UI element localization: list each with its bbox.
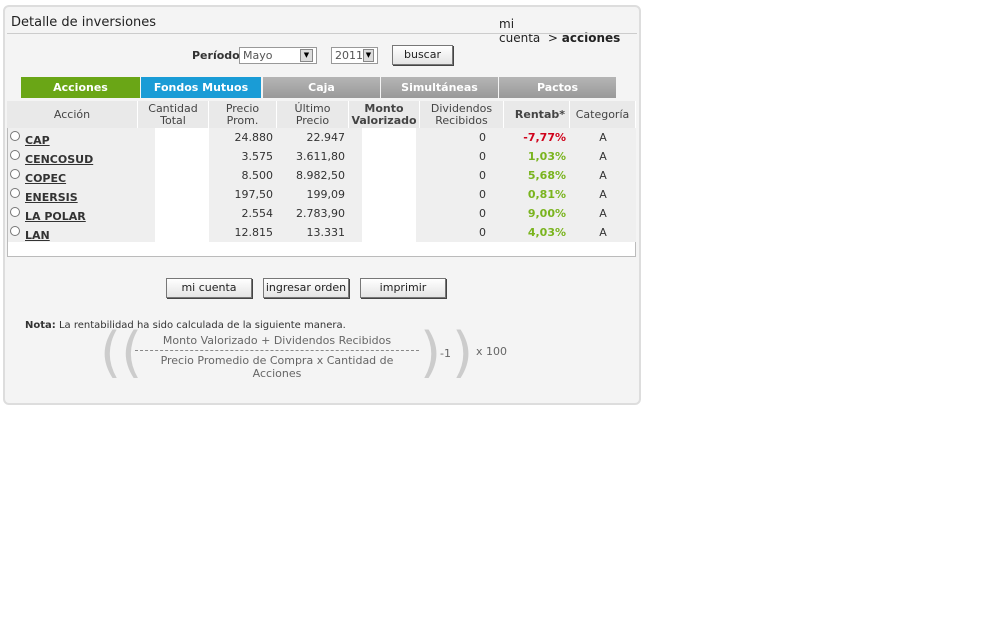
- ultimo-cell: 22.947: [277, 128, 349, 147]
- monto-cell: [362, 166, 416, 185]
- rentab-cell: -7,77%: [504, 128, 570, 147]
- cantidad-cell: [155, 166, 209, 185]
- monto-cell: [362, 204, 416, 223]
- monto-cell: [362, 185, 416, 204]
- column-header: Monto Valorizado: [349, 101, 420, 128]
- categoria-cell: A: [570, 128, 636, 147]
- row-radio[interactable]: [10, 150, 20, 160]
- year-select[interactable]: 2011 ▼: [331, 47, 378, 64]
- cantidad-cell: [155, 128, 209, 147]
- tab-caja[interactable]: Caja: [263, 77, 380, 98]
- note: Nota: La rentabilidad ha sido calculada …: [25, 320, 346, 331]
- chevron-down-icon: ▼: [363, 49, 374, 62]
- formula-paren-close: ): [420, 321, 442, 384]
- dividendos-cell: 0: [420, 166, 504, 185]
- table-row: COPEC 8.500 8.982,50 0 5,68% A: [8, 166, 636, 185]
- column-header: Precio Prom. Compra: [209, 101, 277, 139]
- year-value: 2011: [335, 49, 363, 62]
- formula-numerator: Monto Valorizado + Dividendos Recibidos: [162, 334, 392, 347]
- formula-denominator: Precio Promedio de Compra x Cantidad de …: [160, 354, 394, 380]
- table-row: CENCOSUD 3.575 3.611,80 0 1,03% A: [8, 147, 636, 166]
- column-header: Cantidad Total: [138, 101, 209, 128]
- cantidad-cell: [155, 204, 209, 223]
- table-row: CAP 24.880 22.947 0 -7,77% A: [8, 128, 636, 147]
- dividendos-cell: 0: [420, 185, 504, 204]
- cantidad-cell: [155, 147, 209, 166]
- monto-cell: [362, 223, 416, 242]
- header-divider: [7, 33, 637, 34]
- row-radio[interactable]: [10, 169, 20, 179]
- dividendos-cell: 0: [420, 204, 504, 223]
- month-select[interactable]: Mayo ▼: [239, 47, 317, 64]
- breadcrumb: mi cuenta > acciones: [499, 17, 634, 45]
- row-radio[interactable]: [10, 226, 20, 236]
- fraction-line: [135, 350, 419, 351]
- row-radio[interactable]: [10, 131, 20, 141]
- tab-fondos-mutuos[interactable]: Fondos Mutuos: [141, 77, 261, 98]
- rentab-cell: 5,68%: [504, 166, 570, 185]
- ultimo-cell: 13.331: [277, 223, 349, 242]
- accion-cell: LAN: [8, 223, 139, 242]
- cantidad-cell: [155, 185, 209, 204]
- ultimo-cell: 8.982,50: [277, 166, 349, 185]
- categoria-cell: A: [570, 185, 636, 204]
- stock-link[interactable]: LAN: [25, 226, 50, 245]
- monto-cell: [362, 128, 416, 147]
- dividendos-cell: 0: [420, 147, 504, 166]
- dividendos-cell: 0: [420, 128, 504, 147]
- rentab-cell: 1,03%: [504, 147, 570, 166]
- accion-cell: CAP: [8, 128, 139, 147]
- accion-cell: ENERSIS: [8, 185, 139, 204]
- month-value: Mayo: [243, 49, 273, 62]
- categoria-cell: A: [570, 166, 636, 185]
- search-button[interactable]: buscar: [392, 45, 453, 65]
- ingresar-orden-button[interactable]: ingresar orden: [263, 278, 349, 298]
- monto-cell: [362, 147, 416, 166]
- precio_compra-cell: 197,50: [209, 185, 277, 204]
- chevron-down-icon: ▼: [300, 49, 313, 62]
- rentab-cell: 4,03%: [504, 223, 570, 242]
- column-header: Rentab*: [504, 101, 570, 128]
- imprimir-button[interactable]: imprimir: [360, 278, 446, 298]
- breadcrumb-mi-cuenta[interactable]: mi cuenta: [499, 17, 540, 45]
- categoria-cell: A: [570, 204, 636, 223]
- column-header: Acción: [7, 101, 138, 128]
- page-title: Detalle de inversiones: [11, 15, 157, 30]
- accion-cell: LA POLAR: [8, 204, 139, 223]
- rentab-cell: 0,81%: [504, 185, 570, 204]
- accion-cell: COPEC: [8, 166, 139, 185]
- ultimo-cell: 199,09: [277, 185, 349, 204]
- categoria-cell: A: [570, 147, 636, 166]
- table-row: ENERSIS 197,50 199,09 0 0,81% A: [8, 185, 636, 204]
- column-header: Dividendos Recibidos: [420, 101, 504, 128]
- formula-minus-one: -1: [440, 347, 451, 360]
- tab-simultáneas[interactable]: Simultáneas: [381, 77, 498, 98]
- ultimo-cell: 3.611,80: [277, 147, 349, 166]
- note-label: Nota:: [25, 320, 56, 331]
- tab-acciones[interactable]: Acciones: [21, 77, 140, 98]
- cantidad-cell: [155, 223, 209, 242]
- row-radio[interactable]: [10, 188, 20, 198]
- mi-cuenta-button[interactable]: mi cuenta: [166, 278, 252, 298]
- accion-cell: CENCOSUD: [8, 147, 139, 166]
- column-header: Categoría: [570, 101, 636, 128]
- period-label: Período: [192, 49, 240, 62]
- categoria-cell: A: [570, 223, 636, 242]
- tab-pactos[interactable]: Pactos: [499, 77, 616, 98]
- ultimo-cell: 2.783,90: [277, 204, 349, 223]
- rentab-cell: 9,00%: [504, 204, 570, 223]
- formula-paren-close-outer: ): [452, 321, 474, 384]
- column-header: Último Precio: [277, 101, 349, 128]
- precio_compra-cell: 24.880: [209, 128, 277, 147]
- formula-times-100: x 100: [476, 345, 508, 358]
- formula-fraction: Monto Valorizado + Dividendos Recibidos …: [135, 334, 419, 380]
- precio_compra-cell: 12.815: [209, 223, 277, 242]
- precio_compra-cell: 2.554: [209, 204, 277, 223]
- precio_compra-cell: 3.575: [209, 147, 277, 166]
- table-row: LAN 12.815 13.331 0 4,03% A: [8, 223, 636, 242]
- precio_compra-cell: 8.500: [209, 166, 277, 185]
- table-row: LA POLAR 2.554 2.783,90 0 9,00% A: [8, 204, 636, 223]
- dividendos-cell: 0: [420, 223, 504, 242]
- row-radio[interactable]: [10, 207, 20, 217]
